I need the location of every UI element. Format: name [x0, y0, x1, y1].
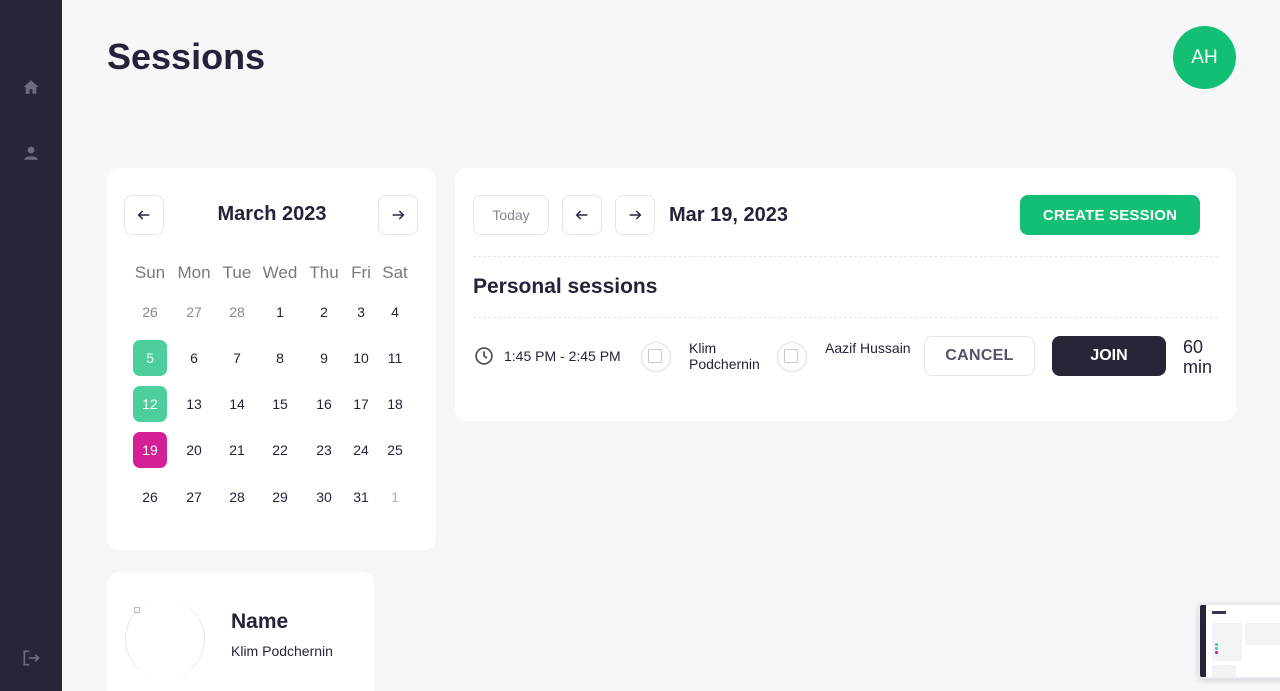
calendar-day[interactable]: 15 [263, 386, 297, 422]
session-time: 1:45 PM - 2:45 PM [504, 348, 621, 364]
home-icon [23, 80, 39, 94]
arrow-left-icon [137, 210, 150, 220]
profile-photo [125, 599, 205, 679]
calendar-day[interactable]: 31 [344, 479, 378, 515]
weekday-label: Wed [262, 263, 298, 282]
thumbnail-profile [1212, 665, 1236, 677]
calendar-month-label: March 2023 [217, 203, 327, 225]
participant-name: Aazif Hussain [825, 340, 911, 356]
sidebar [0, 0, 62, 691]
join-session-button[interactable]: JOIN [1052, 336, 1166, 376]
calendar-day-outside[interactable]: 27 [177, 294, 211, 330]
divider [473, 256, 1218, 257]
cancel-session-button[interactable]: CANCEL [924, 336, 1035, 376]
sidebar-item-profile[interactable] [19, 141, 43, 165]
calendar-day[interactable]: 1 [263, 294, 297, 330]
broken-image-icon [134, 607, 140, 613]
thumbnail-dot [1215, 647, 1218, 650]
session-duration: 60 min [1183, 337, 1213, 377]
calendar-day[interactable]: 13 [177, 386, 211, 422]
participant-avatar [641, 342, 671, 372]
calendar-next-button[interactable] [378, 195, 418, 235]
calendar-day[interactable]: 20 [177, 432, 211, 468]
sessions-card: Today Mar 19, 2023 CREATE SESSION Person… [455, 168, 1236, 421]
profile-card: Name Klim Podchernin [107, 572, 374, 691]
selected-date-label: Mar 19, 2023 [669, 204, 788, 226]
calendar-day[interactable]: 30 [307, 479, 341, 515]
create-session-button[interactable]: CREATE SESSION [1020, 195, 1200, 235]
day-next-button[interactable] [615, 195, 655, 235]
calendar-prev-button[interactable] [124, 195, 164, 235]
weekday-label: Thu [309, 263, 339, 282]
calendar-day[interactable]: 11 [378, 340, 412, 376]
calendar-day[interactable]: 26 [133, 479, 167, 515]
thumbnail-title [1212, 611, 1226, 614]
thumbnail-dot [1215, 651, 1218, 654]
calendar-day[interactable]: 9 [307, 340, 341, 376]
weekday-label: Tue [222, 263, 252, 282]
sidebar-item-home[interactable] [19, 75, 43, 99]
thumbnail-sidebar [1200, 605, 1206, 677]
weekday-label: Sun [134, 263, 166, 282]
participant-name: Klim Podchernin [689, 340, 760, 372]
sidebar-item-logout[interactable] [19, 646, 43, 670]
logout-icon [23, 650, 40, 666]
profile-name: Klim Podchernin [231, 643, 333, 659]
arrow-right-icon [629, 210, 642, 220]
page-title: Sessions [107, 36, 266, 77]
screenshot-thumbnail[interactable] [1198, 603, 1280, 679]
user-icon [24, 146, 38, 160]
calendar-day[interactable]: 17 [344, 386, 378, 422]
calendar-day[interactable]: 14 [220, 386, 254, 422]
today-button[interactable]: Today [473, 195, 549, 235]
thumbnail-calendar [1212, 623, 1242, 661]
calendar-day[interactable]: 10 [344, 340, 378, 376]
calendar-day[interactable]: 29 [263, 479, 297, 515]
participant-avatar [777, 342, 807, 372]
calendar-day[interactable]: 2 [307, 294, 341, 330]
calendar-day-highlighted[interactable]: 5 [133, 340, 167, 376]
calendar-day[interactable]: 6 [177, 340, 211, 376]
arrow-right-icon [392, 210, 405, 220]
calendar-day-outside[interactable]: 26 [133, 294, 167, 330]
weekday-label: Fri [351, 263, 371, 282]
calendar-day[interactable]: 23 [307, 432, 341, 468]
user-avatar[interactable]: AH [1173, 26, 1236, 89]
calendar-day[interactable]: 7 [220, 340, 254, 376]
calendar-day-selected[interactable]: 19 [133, 432, 167, 468]
calendar-day[interactable]: 22 [263, 432, 297, 468]
calendar-day[interactable]: 24 [344, 432, 378, 468]
section-title: Personal sessions [473, 275, 658, 298]
calendar-day-outside[interactable]: 28 [220, 294, 254, 330]
calendar-day[interactable]: 8 [263, 340, 297, 376]
calendar-day[interactable]: 4 [378, 294, 412, 330]
arrow-left-icon [575, 210, 588, 220]
clock-icon [475, 347, 493, 365]
calendar-day[interactable]: 25 [378, 432, 412, 468]
calendar-day[interactable]: 3 [344, 294, 378, 330]
day-prev-button[interactable] [562, 195, 602, 235]
weekday-label: Sat [382, 263, 408, 282]
calendar-card: March 2023 Sun Mon Tue Wed Thu Fri Sat 2… [107, 168, 436, 550]
calendar-day-outside[interactable]: 1 [378, 479, 412, 515]
calendar-day[interactable]: 16 [307, 386, 341, 422]
thumbnail-sessions [1245, 623, 1280, 645]
calendar-day[interactable]: 27 [177, 479, 211, 515]
calendar-day[interactable]: 28 [220, 479, 254, 515]
profile-label: Name [231, 610, 289, 633]
weekday-label: Mon [177, 263, 211, 282]
calendar-day[interactable]: 21 [220, 432, 254, 468]
calendar-day[interactable]: 18 [378, 386, 412, 422]
divider [473, 317, 1218, 318]
calendar-day-highlighted[interactable]: 12 [133, 386, 167, 422]
thumbnail-dot [1215, 643, 1218, 646]
